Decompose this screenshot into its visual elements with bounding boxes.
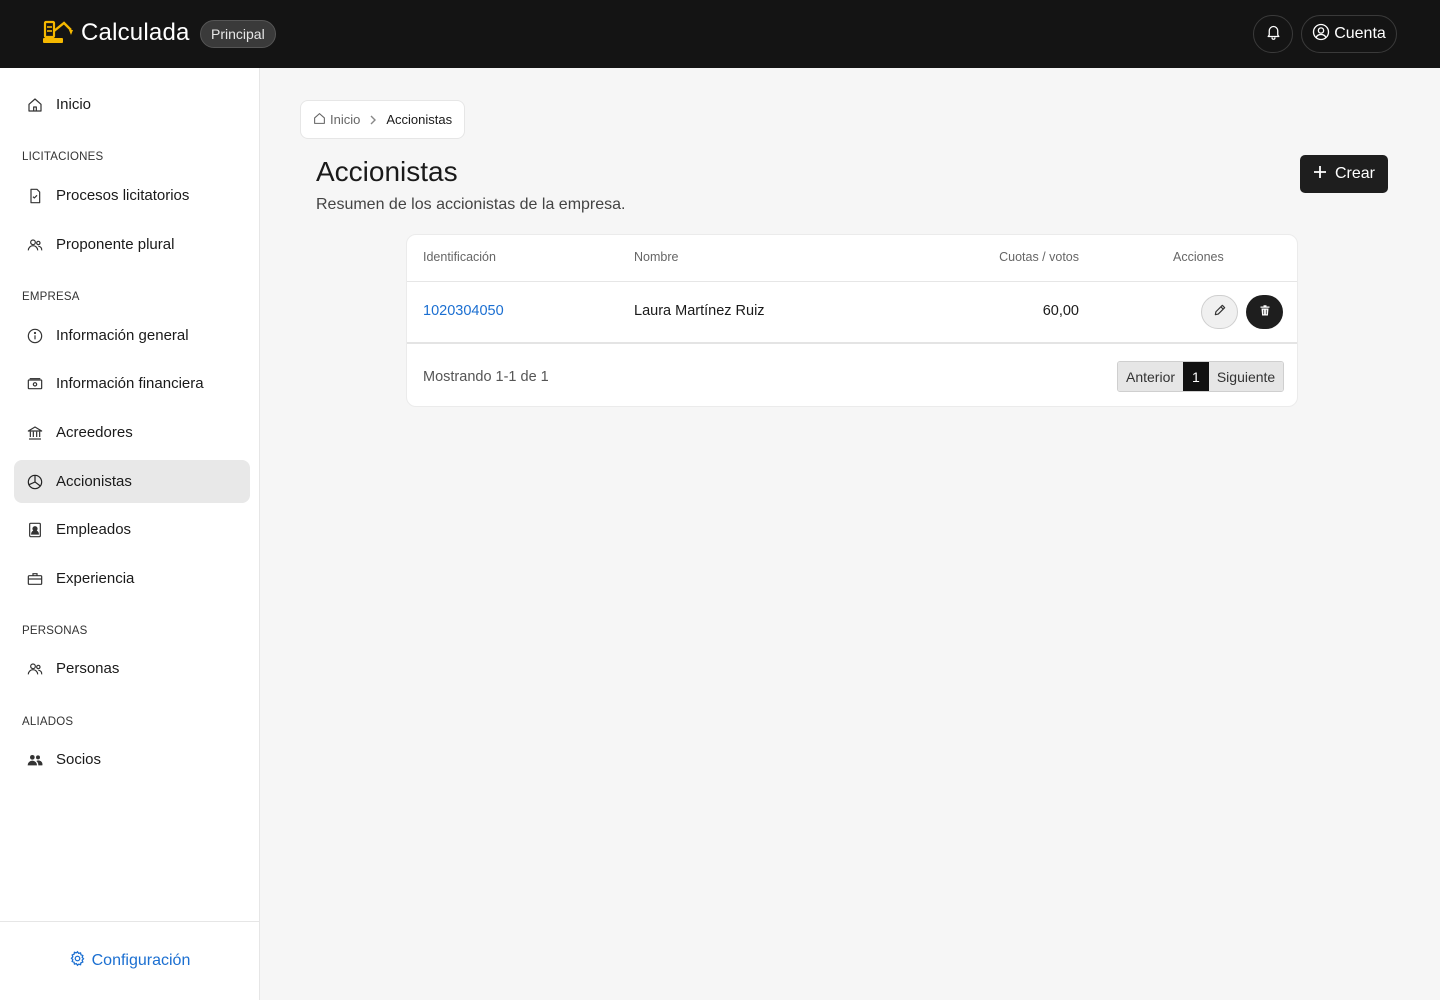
pagination-prev[interactable]: Anterior [1118, 362, 1184, 391]
settings-label: Configuración [91, 952, 191, 969]
chevron-right-icon [369, 115, 377, 125]
sidebar-item-label: Accionistas [56, 473, 132, 490]
column-header-name: Nombre [634, 250, 679, 264]
sidebar-item-info-financiera[interactable]: Información financiera [14, 362, 250, 405]
delete-button[interactable] [1246, 295, 1283, 329]
workspace-badge: Principal [200, 20, 276, 48]
column-header-id: Identificación [423, 250, 496, 264]
sidebar-item-label: Información financiera [56, 375, 204, 392]
sidebar-item-proponente[interactable]: Proponente plural [14, 223, 250, 266]
table-row: 1020304050 Laura Martínez Ruiz 60,00 [407, 282, 1297, 344]
table-header: Identificación Nombre Cuotas / votos Acc… [407, 235, 1297, 282]
settings-link[interactable]: Configuración [0, 921, 259, 1000]
sidebar-item-personas[interactable]: Personas [14, 647, 250, 690]
sidebar-item-label: Socios [56, 751, 102, 768]
pencil-icon [1213, 303, 1227, 321]
create-button[interactable]: Crear [1300, 155, 1388, 193]
edit-button[interactable] [1201, 295, 1238, 329]
sidebar-item-label: Empleados [56, 521, 132, 538]
breadcrumb: Inicio Accionistas [300, 100, 466, 139]
trash-icon [1259, 304, 1271, 321]
sidebar: Inicio LICITACIONES Procesos licitatorio… [0, 68, 260, 1000]
pagination-summary: Mostrando 1-1 de 1 [423, 369, 549, 385]
notifications-button[interactable] [1253, 15, 1293, 53]
row-id-link[interactable]: 1020304050 [423, 303, 504, 319]
bank-icon [27, 425, 43, 441]
plus-icon [1313, 165, 1327, 184]
section-aliados: ALIADOS [22, 716, 74, 728]
pagination-page-current[interactable]: 1 [1183, 362, 1209, 391]
section-licitaciones: LICITACIONES [22, 151, 104, 163]
column-header-shares: Cuotas / votos [999, 250, 1079, 264]
file-check-icon [27, 188, 43, 204]
breadcrumb-current: Accionistas [386, 112, 453, 127]
gear-icon [69, 950, 86, 972]
brand[interactable]: Calculada [42, 19, 190, 47]
pagination-next[interactable]: Siguiente [1208, 362, 1284, 391]
excavator-icon [42, 19, 74, 47]
id-badge-icon [27, 522, 43, 538]
section-personas: PERSONAS [22, 625, 88, 637]
sidebar-item-label: Experiencia [56, 570, 135, 587]
users-icon [27, 237, 43, 253]
sidebar-item-socios[interactable]: Socios [14, 738, 250, 781]
shareholders-table: Identificación Nombre Cuotas / votos Acc… [406, 234, 1298, 407]
breadcrumb-home-label: Inicio [330, 112, 361, 127]
account-button[interactable]: Cuenta [1301, 15, 1397, 53]
top-bar: Calculada Principal Cuenta [0, 0, 1440, 68]
home-icon [27, 97, 43, 113]
sidebar-item-accionistas[interactable]: Accionistas [14, 460, 250, 503]
sidebar-item-label: Personas [56, 660, 120, 677]
sidebar-item-home[interactable]: Inicio [14, 83, 250, 126]
sidebar-item-label: Acreedores [56, 424, 133, 441]
create-button-label: Crear [1334, 165, 1375, 182]
sidebar-item-label: Información general [56, 327, 189, 344]
home-icon [313, 112, 326, 128]
users-icon [27, 661, 43, 677]
pagination: Anterior 1 Siguiente [1117, 361, 1285, 392]
user-circle-icon [1312, 23, 1330, 46]
sidebar-item-label: Procesos licitatorios [56, 187, 190, 204]
sidebar-item-experiencia[interactable]: Experiencia [14, 557, 250, 600]
bell-icon [1265, 23, 1282, 45]
breadcrumb-home[interactable]: Inicio [313, 112, 360, 128]
page-subtitle: Resumen de los accionistas de la empresa… [316, 196, 626, 213]
sidebar-item-label: Inicio [56, 96, 92, 113]
row-shares: 60,00 [1042, 303, 1079, 319]
cash-icon [27, 376, 43, 392]
account-label: Cuenta [1334, 25, 1386, 42]
briefcase-icon [27, 571, 43, 587]
sidebar-item-procesos[interactable]: Procesos licitatorios [14, 174, 250, 217]
sidebar-item-empleados[interactable]: Empleados [14, 508, 250, 551]
pie-chart-icon [27, 474, 43, 490]
column-header-actions: Acciones [1173, 250, 1224, 264]
row-name: Laura Martínez Ruiz [634, 303, 765, 319]
info-icon [27, 328, 43, 344]
sidebar-item-label: Proponente plural [56, 236, 175, 253]
section-empresa: EMPRESA [22, 291, 80, 303]
page-title: Accionistas [316, 156, 458, 187]
sidebar-item-info-general[interactable]: Información general [14, 314, 250, 357]
app-name: Calculada [81, 19, 190, 46]
people-filled-icon [27, 752, 43, 768]
sidebar-item-acreedores[interactable]: Acreedores [14, 411, 250, 454]
